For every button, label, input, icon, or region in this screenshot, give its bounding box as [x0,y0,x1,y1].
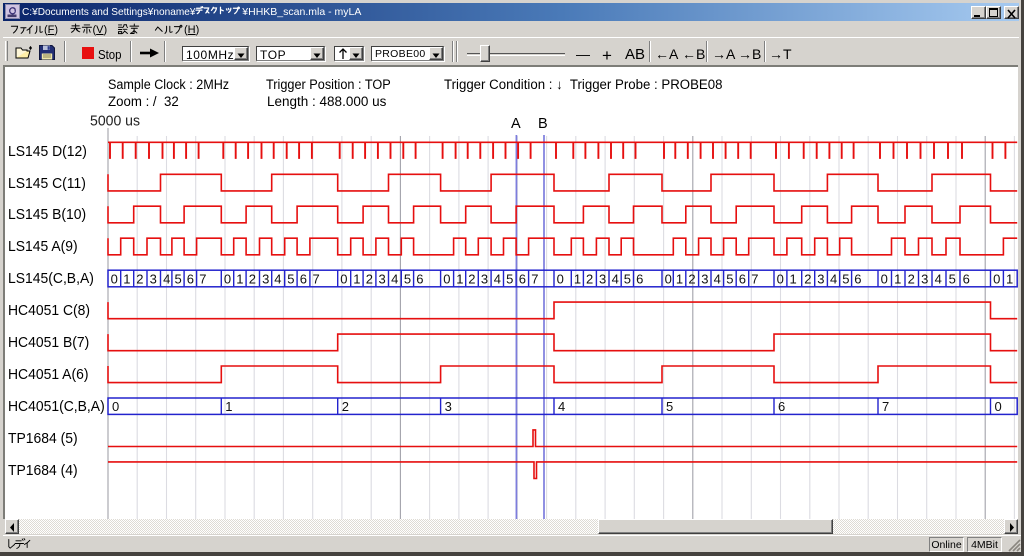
svg-text:0: 0 [340,271,347,286]
svg-text:3: 3 [481,271,488,286]
svg-text:3: 3 [379,271,386,286]
svg-text:4: 4 [830,271,837,286]
svg-text:1: 1 [894,271,901,286]
svg-text:4: 4 [612,271,619,286]
svg-text:2: 2 [136,271,143,286]
svg-text:1: 1 [236,271,243,286]
svg-text:2: 2 [908,271,915,286]
svg-text:7: 7 [313,271,320,286]
svg-text:3: 3 [921,271,928,286]
svg-text:0: 0 [995,399,1002,414]
svg-text:3: 3 [445,399,452,414]
svg-text:6: 6 [963,271,970,286]
svg-text:0: 0 [993,271,1000,286]
svg-text:4: 4 [274,271,281,286]
svg-text:6: 6 [778,399,785,414]
svg-text:2: 2 [804,271,811,286]
svg-text:7: 7 [531,271,538,286]
svg-text:1: 1 [790,271,797,286]
svg-text:6: 6 [187,271,194,286]
svg-text:5: 5 [726,271,733,286]
svg-text:5: 5 [949,271,956,286]
svg-text:2: 2 [688,271,695,286]
svg-text:4: 4 [935,271,942,286]
svg-text:7: 7 [199,271,206,286]
svg-text:5: 5 [175,271,182,286]
svg-text:1: 1 [676,271,683,286]
svg-text:3: 3 [701,271,708,286]
svg-text:2: 2 [468,271,475,286]
svg-text:2: 2 [366,271,373,286]
svg-text:5: 5 [666,399,673,414]
svg-text:0: 0 [112,399,119,414]
svg-text:5: 5 [404,271,411,286]
svg-text:6: 6 [416,271,423,286]
svg-text:5: 5 [842,271,849,286]
svg-text:0: 0 [665,271,672,286]
svg-text:1: 1 [353,271,360,286]
svg-text:4: 4 [163,271,170,286]
svg-text:4: 4 [494,271,501,286]
svg-text:3: 3 [150,271,157,286]
svg-text:4: 4 [558,399,565,414]
svg-text:0: 0 [443,271,450,286]
svg-text:0: 0 [557,271,564,286]
svg-text:4: 4 [714,271,721,286]
svg-text:6: 6 [300,271,307,286]
svg-text:0: 0 [881,271,888,286]
svg-text:2: 2 [249,271,256,286]
svg-text:6: 6 [636,271,643,286]
svg-text:0: 0 [224,271,231,286]
svg-text:1: 1 [574,271,581,286]
svg-text:6: 6 [519,271,526,286]
svg-text:6: 6 [739,271,746,286]
svg-text:1: 1 [1006,271,1013,286]
svg-text:5: 5 [287,271,294,286]
svg-text:5: 5 [624,271,631,286]
svg-text:4: 4 [391,271,398,286]
svg-text:3: 3 [817,271,824,286]
svg-text:3: 3 [262,271,269,286]
svg-text:1: 1 [123,271,130,286]
svg-text:5: 5 [506,271,513,286]
svg-text:1: 1 [456,271,463,286]
svg-text:7: 7 [882,399,889,414]
svg-text:6: 6 [854,271,861,286]
svg-text:1: 1 [225,399,232,414]
svg-text:2: 2 [586,271,593,286]
svg-text:0: 0 [111,271,118,286]
svg-text:0: 0 [777,271,784,286]
svg-text:2: 2 [342,399,349,414]
svg-text:7: 7 [751,271,758,286]
svg-text:3: 3 [599,271,606,286]
